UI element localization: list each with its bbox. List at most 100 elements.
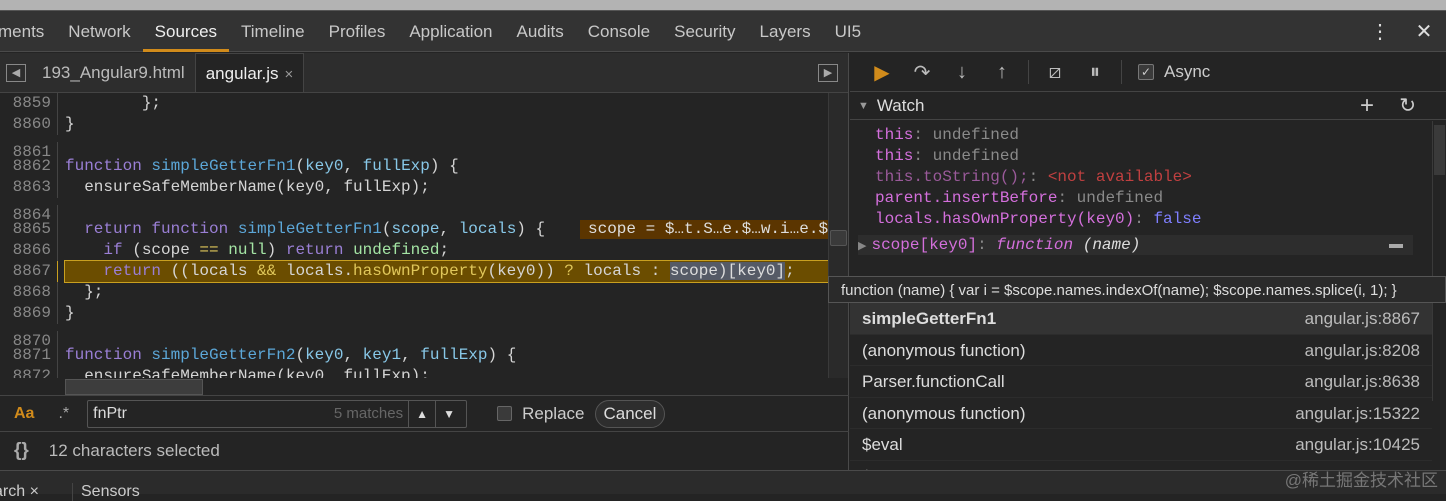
frame-location[interactable]: angular.js:8208: [1305, 335, 1420, 366]
line-number[interactable]: 8867: [0, 261, 58, 282]
code-text: function simpleGetterFn1(key0, fullExp) …: [65, 156, 828, 177]
call-frame[interactable]: Parser.functionCall angular.js:8638: [850, 366, 1432, 398]
watch-value-keyword: function: [996, 236, 1074, 254]
more-options-icon[interactable]: ⋮: [1358, 19, 1402, 44]
toggle-debugger-icon[interactable]: ▶: [812, 53, 844, 92]
code-token: };: [65, 94, 162, 112]
regex-toggle[interactable]: .*: [58, 405, 69, 423]
step-out-icon[interactable]: ↑: [982, 61, 1022, 84]
code-token: locals.: [276, 262, 354, 280]
code-token: ((locals: [161, 262, 258, 280]
sidebar-scrollbar[interactable]: [1432, 121, 1446, 401]
step-into-icon[interactable]: ↓: [942, 61, 982, 84]
code-token: ) {: [429, 157, 459, 175]
editor-horizontal-scrollbar[interactable]: [65, 379, 203, 395]
add-watch-icon[interactable]: +: [1360, 92, 1374, 120]
watch-section-header[interactable]: ▼ Watch + ↻: [850, 92, 1446, 120]
watch-expression: parent.insertBefore: [875, 189, 1058, 207]
code-token: fullExp: [362, 157, 430, 175]
code-line: 8865 return function simpleGetterFn1(sco…: [0, 219, 828, 240]
watch-value: false: [1153, 210, 1202, 228]
line-number[interactable]: 8868: [0, 282, 58, 303]
tab-audits[interactable]: Audits: [505, 11, 576, 52]
separator: :: [1134, 210, 1154, 228]
line-number[interactable]: 8872: [0, 366, 58, 378]
code-token: (: [295, 157, 306, 175]
frame-location[interactable]: angular.js:8638: [1305, 366, 1420, 397]
code-line: 8868 };: [0, 282, 828, 303]
line-number[interactable]: 8869: [0, 303, 58, 324]
code-token: ensureSafeMemberName(key0, fullExp);: [65, 178, 430, 196]
previous-match-button[interactable]: ▲: [408, 400, 435, 427]
close-devtools-icon[interactable]: ✕: [1402, 19, 1446, 44]
code-line: 8870: [0, 324, 828, 352]
line-number[interactable]: 8865: [0, 219, 58, 240]
call-frame[interactable]: (anonymous function) angular.js:8208: [850, 335, 1432, 366]
tab-layers[interactable]: Layers: [748, 11, 823, 52]
replace-checkbox[interactable]: [497, 406, 513, 421]
separator: :: [1057, 189, 1077, 207]
step-over-icon[interactable]: ↷: [902, 60, 942, 85]
collapse-triangle-icon[interactable]: ▼: [858, 100, 869, 112]
pause-on-exceptions-icon[interactable]: ⏸: [1075, 61, 1115, 84]
tab-timeline[interactable]: Timeline: [229, 11, 317, 52]
watch-item[interactable]: locals.hasOwnProperty(key0): false: [875, 209, 1446, 230]
deactivate-breakpoints-icon[interactable]: ⧄: [1035, 61, 1075, 84]
code-token: ,: [401, 346, 421, 364]
call-frame[interactable]: simpleGetterFn1 angular.js:8867: [850, 303, 1432, 335]
code-text: function simpleGetterFn2(key0, key1, ful…: [65, 345, 828, 366]
close-tab-icon[interactable]: ×: [285, 66, 294, 83]
line-number[interactable]: 8860: [0, 114, 58, 135]
line-number[interactable]: 8862: [0, 156, 58, 177]
async-checkbox[interactable]: ✓: [1138, 64, 1154, 80]
next-match-button[interactable]: ▼: [435, 400, 462, 427]
code-text: };: [65, 93, 828, 114]
pretty-print-icon[interactable]: {}: [14, 440, 29, 462]
drawer-tabs: arch × Sensors: [0, 470, 1446, 501]
window-top-strip: [0, 0, 1446, 11]
watch-item[interactable]: this.toString();: <not available>: [875, 167, 1446, 188]
tab-console[interactable]: Console: [576, 11, 662, 52]
tab-network[interactable]: Network: [56, 11, 142, 52]
call-frame[interactable]: $eval angular.js:10425: [850, 429, 1432, 461]
resume-icon[interactable]: ▶: [862, 60, 902, 85]
tab-application[interactable]: Application: [397, 11, 504, 52]
expand-triangle-icon[interactable]: ▶: [858, 240, 866, 252]
file-tab-html[interactable]: 193_Angular9.html: [32, 53, 195, 92]
line-number[interactable]: 8863: [0, 177, 58, 198]
remove-watch-icon[interactable]: [1389, 244, 1403, 248]
tab-profiles[interactable]: Profiles: [317, 11, 398, 52]
frame-location[interactable]: angular.js:10425: [1295, 429, 1420, 460]
frame-location[interactable]: angular.js:8867: [1305, 303, 1420, 334]
match-case-toggle[interactable]: Aa: [14, 405, 34, 423]
watch-item-expandable[interactable]: ▶ scope[key0]: function (name): [858, 235, 1413, 255]
frame-location[interactable]: angular.js:15322: [1295, 398, 1420, 429]
drawer-tab-search[interactable]: arch ×: [0, 483, 39, 501]
line-number[interactable]: 8859: [0, 93, 58, 114]
tab-sources[interactable]: Sources: [142, 11, 230, 52]
watch-item[interactable]: this: undefined: [875, 146, 1446, 167]
editor-vertical-scrollbar[interactable]: [828, 93, 848, 378]
line-number[interactable]: 8871: [0, 345, 58, 366]
cancel-button[interactable]: Cancel: [594, 399, 666, 428]
code-text: };: [65, 282, 828, 303]
code-token: return: [285, 241, 354, 259]
watch-item[interactable]: parent.insertBefore: undefined: [875, 188, 1446, 209]
toggle-navigator-icon[interactable]: ◀: [0, 53, 32, 92]
refresh-watch-icon[interactable]: ↻: [1399, 93, 1416, 118]
line-number[interactable]: 8866: [0, 240, 58, 261]
file-tab-angular[interactable]: angular.js ×: [194, 53, 305, 92]
drawer-tab-sensors[interactable]: Sensors: [72, 483, 140, 501]
call-frame[interactable]: (anonymous function) angular.js:15322: [850, 398, 1432, 429]
replace-label: Replace: [522, 403, 585, 423]
tab-ui5[interactable]: UI5: [823, 11, 873, 52]
watch-item[interactable]: this: undefined: [875, 125, 1446, 146]
watch-value: undefined: [932, 126, 1020, 144]
search-input[interactable]: [88, 404, 319, 423]
frame-function: Parser.functionCall: [862, 372, 1005, 391]
code-editor[interactable]: 8859 }; 8860} 8861 8862 function simpleGette…: [0, 93, 828, 378]
tab-security[interactable]: Security: [662, 11, 747, 52]
tab-ments[interactable]: ments: [0, 11, 56, 52]
code-token: ,: [343, 157, 363, 175]
